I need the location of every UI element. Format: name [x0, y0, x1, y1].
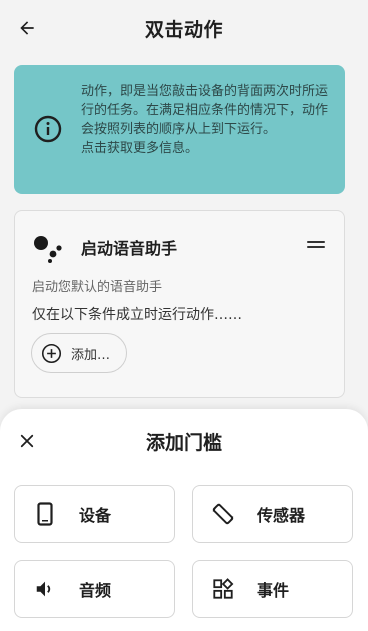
- option-device[interactable]: 设备: [14, 485, 175, 543]
- volume-icon: [33, 577, 57, 601]
- add-circle-icon: [41, 343, 62, 363]
- add-condition-button[interactable]: 添加…: [31, 333, 127, 373]
- condition-text: 仅在以下条件成立时运行动作……: [32, 307, 242, 323]
- action-card[interactable]: 启动语音助手 启动您默认的语音助手 仅在以下条件成立时运行动作…… 添加…: [14, 210, 345, 398]
- option-event[interactable]: 事件: [192, 560, 353, 618]
- info-text: 动作，即是当您敲击设备的背面两次时所运行的任务。在满足相应条件的情况下，动作会按…: [81, 82, 337, 158]
- sheet-title: 添加门槛: [145, 432, 222, 454]
- info-description: 动作，即是当您敲击设备的背面两次时所运行的任务。在满足相应条件的情况下，动作会按…: [81, 84, 329, 137]
- info-banner[interactable]: 动作，即是当您敲击设备的背面两次时所运行的任务。在满足相应条件的情况下，动作会按…: [14, 65, 345, 194]
- screen-rotation-icon: [211, 502, 235, 526]
- option-device-label: 设备: [79, 506, 112, 525]
- bottom-sheet: 添加门槛 设备 传感器 音频 事件: [0, 409, 368, 631]
- action-description: 启动您默认的语音助手: [32, 280, 163, 295]
- option-audio-label: 音频: [79, 581, 112, 600]
- phone-icon: [33, 502, 57, 526]
- option-sensor[interactable]: 传感器: [192, 485, 353, 543]
- option-event-label: 事件: [257, 581, 290, 600]
- page-title: 双击动作: [144, 19, 223, 41]
- drag-handle-icon[interactable]: [307, 241, 325, 249]
- widgets-icon: [211, 577, 235, 601]
- option-audio[interactable]: 音频: [14, 560, 175, 618]
- info-icon: [34, 115, 62, 143]
- option-sensor-label: 传感器: [257, 506, 306, 525]
- action-title: 启动语音助手: [81, 239, 178, 258]
- more-info-link[interactable]: 点击获取更多信息。: [81, 139, 337, 158]
- add-condition-label: 添加…: [71, 347, 111, 363]
- top-app-bar: 双击动作: [0, 0, 368, 56]
- google-assistant-icon: [34, 236, 62, 263]
